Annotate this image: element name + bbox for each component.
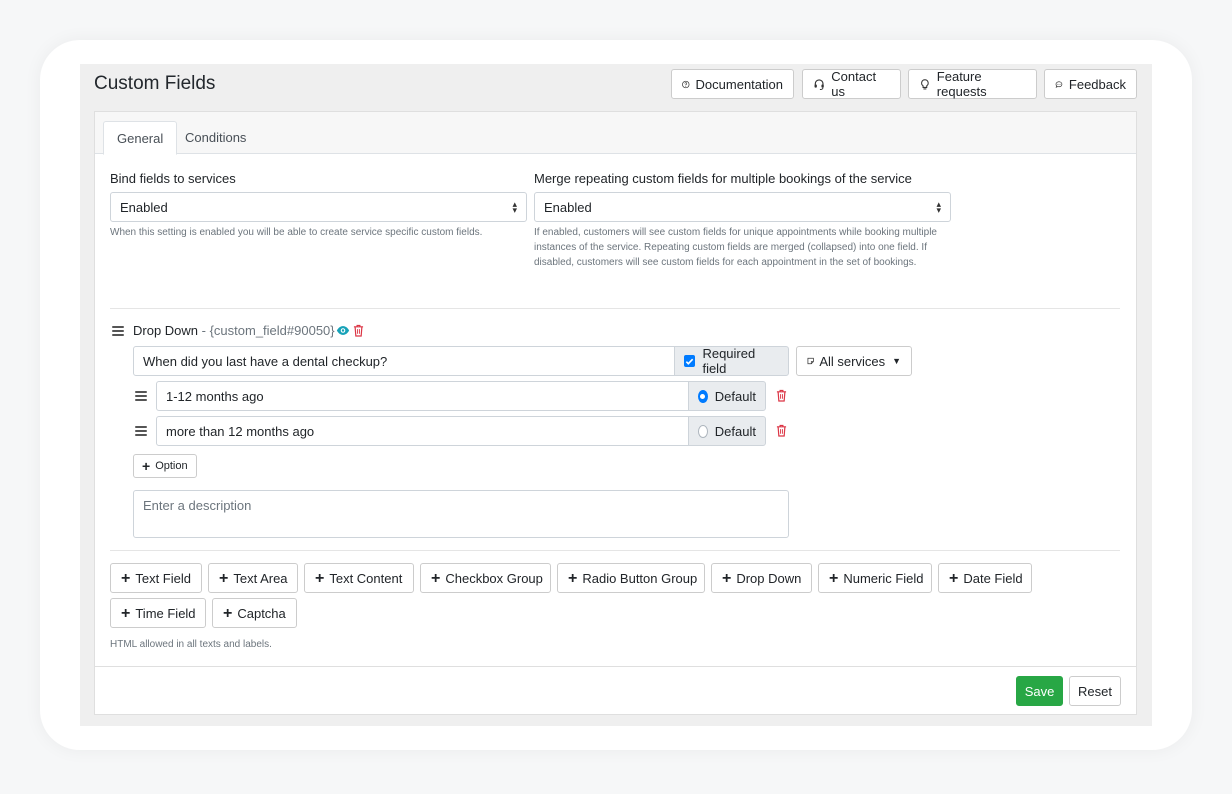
required-checkbox[interactable] [684, 355, 696, 367]
default-label: Default [714, 388, 756, 404]
documentation-button[interactable]: Documentation [671, 69, 794, 99]
description-textarea[interactable]: Enter a description [133, 490, 789, 538]
bind-fields-value: Enabled [120, 199, 168, 215]
field-type: Drop Down [133, 323, 199, 338]
option-value-input[interactable]: 1-12 months ago [156, 381, 689, 411]
bind-fields-label: Bind fields to services [110, 171, 236, 186]
required-field-toggle[interactable]: Required field [674, 346, 789, 376]
bind-fields-help: When this setting is enabled you will be… [110, 227, 483, 238]
button-label: Drop Down [736, 570, 802, 586]
note-icon [807, 357, 814, 365]
add-drop-down-button[interactable]: + Drop Down [711, 563, 812, 593]
footer-divider [95, 666, 1136, 667]
services-label: All services [819, 353, 886, 369]
plus-icon: + [219, 569, 229, 587]
html-allowed-note: HTML allowed in all texts and labels. [110, 639, 272, 650]
default-radio-selected[interactable] [698, 389, 708, 403]
lightbulb-icon [921, 78, 929, 89]
field-code: - {custom_field#90050} [198, 323, 335, 338]
button-label: Date Field [963, 570, 1023, 586]
add-radio-button-group-button[interactable]: + Radio Button Group [557, 563, 705, 593]
option-value-input[interactable]: more than 12 months ago [156, 416, 689, 446]
option-drag-handle[interactable] [135, 391, 147, 401]
option-default-toggle[interactable]: Default [688, 381, 766, 411]
merge-fields-help: If enabled, customers will see custom fi… [534, 227, 937, 268]
plus-icon: + [949, 569, 959, 587]
feedback-label: Feedback [1068, 76, 1126, 92]
tab-conditions[interactable]: Conditions [172, 121, 259, 154]
plus-icon: + [829, 569, 839, 587]
default-label: Default [714, 423, 756, 439]
add-text-area-button[interactable]: + Text Area [208, 563, 298, 593]
plus-icon: + [568, 569, 578, 587]
option-default-toggle[interactable]: Default [688, 416, 766, 446]
tab-bar: General Conditions [95, 112, 1136, 155]
required-field-label: Required field [702, 346, 756, 376]
question-circle-icon [682, 80, 690, 88]
plus-icon: + [142, 457, 151, 474]
services-dropdown-button[interactable]: All services ▼ [796, 346, 912, 376]
button-label: Radio Button Group [582, 570, 698, 586]
option-drag-handle[interactable] [135, 426, 147, 436]
default-radio[interactable] [698, 424, 708, 438]
contact-us-label: Contact us [831, 69, 877, 99]
button-label: Text Area [233, 570, 288, 586]
field-header: Drop Down - {custom_field#90050} [133, 323, 335, 338]
add-option-button[interactable]: + Option [133, 454, 197, 478]
eye-icon[interactable] [336, 325, 350, 336]
divider [110, 308, 1120, 309]
check-icon [685, 358, 694, 365]
add-checkbox-group-button[interactable]: + Checkbox Group [420, 563, 551, 593]
chat-icon [1055, 80, 1063, 88]
documentation-label: Documentation [695, 76, 783, 92]
bind-fields-select[interactable]: Enabled ▴ ▾ [110, 192, 527, 222]
delete-option-trash-icon[interactable] [776, 389, 787, 402]
divider [110, 550, 1120, 551]
feature-requests-button[interactable]: Feature requests [908, 69, 1037, 99]
plus-icon: + [121, 569, 131, 587]
add-time-field-button[interactable]: + Time Field [110, 598, 206, 628]
field-drag-handle[interactable] [112, 326, 124, 336]
plus-icon: + [431, 569, 441, 587]
plus-icon: + [223, 604, 233, 622]
select-caret-icon: ▴ ▾ [936, 199, 941, 215]
tab-general[interactable]: General [103, 121, 178, 155]
merge-fields-label: Merge repeating custom fields for multip… [534, 171, 912, 186]
delete-option-trash-icon[interactable] [776, 424, 787, 437]
button-label: Text Field [135, 570, 191, 586]
feature-requests-label: Feature requests [936, 69, 987, 99]
add-option-label: Option [155, 460, 188, 472]
page-title: Custom Fields [94, 73, 216, 94]
merge-fields-value: Enabled [544, 199, 592, 215]
button-label: Captcha [237, 605, 286, 621]
add-text-content-button[interactable]: + Text Content [304, 563, 414, 593]
feedback-button[interactable]: Feedback [1044, 69, 1137, 99]
plus-icon: + [722, 569, 732, 587]
add-text-field-button[interactable]: + Text Field [110, 563, 202, 593]
add-date-field-button[interactable]: + Date Field [938, 563, 1032, 593]
headset-icon [814, 78, 824, 90]
contact-us-button[interactable]: Contact us [802, 69, 901, 99]
plus-icon: + [121, 604, 131, 622]
merge-fields-select[interactable]: Enabled ▴ ▾ [534, 192, 951, 222]
button-label: Time Field [135, 605, 196, 621]
select-caret-icon: ▴ ▾ [512, 199, 517, 215]
button-label: Numeric Field [843, 570, 924, 586]
plus-icon: + [315, 569, 325, 587]
add-captcha-button[interactable]: + Captcha [212, 598, 297, 628]
field-question-input[interactable]: When did you last have a dental checkup? [133, 346, 675, 376]
add-numeric-field-button[interactable]: + Numeric Field [818, 563, 932, 593]
reset-button[interactable]: Reset [1069, 676, 1121, 706]
button-label: Checkbox Group [445, 570, 543, 586]
delete-field-trash-icon[interactable] [353, 324, 364, 337]
save-button[interactable]: Save [1016, 676, 1063, 706]
caret-down-icon: ▼ [892, 356, 901, 366]
button-label: Text Content [329, 570, 403, 586]
